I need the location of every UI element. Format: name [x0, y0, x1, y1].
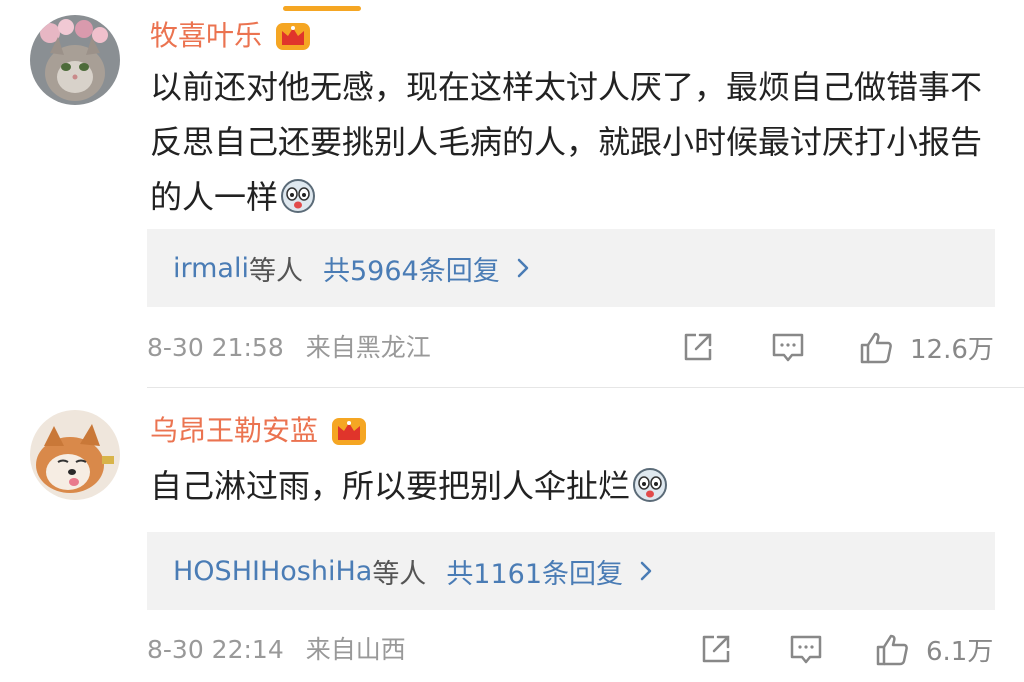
chevron-right-icon	[516, 257, 530, 279]
reply-summary[interactable]: irmali 等人 共5964条回复	[147, 229, 995, 307]
chevron-right-icon	[639, 560, 653, 582]
comment-item: 牧喜叶乐 以前还对他无感，现在这样太讨人厌了，最烦自己做错事不反思自己还要挑别人…	[0, 0, 1024, 388]
like-button[interactable]: 6.1万	[874, 631, 993, 668]
comment-location: 来自山西	[305, 635, 406, 664]
share-icon	[684, 333, 712, 361]
reply-suffix: 等人	[372, 558, 427, 590]
author-row: 乌昂王勒安蓝	[150, 411, 368, 451]
comment-location: 来自黑龙江	[305, 333, 431, 362]
reply-suffix: 等人	[248, 255, 303, 287]
crown-badge-icon	[274, 19, 312, 53]
comment-meta: 8-30 22:14 来自山西	[147, 633, 406, 667]
avatar[interactable]	[30, 410, 120, 500]
reply-button[interactable]	[788, 631, 824, 667]
like-count: 6.1万	[926, 637, 994, 667]
comment-time: 8-30 21:58	[147, 333, 284, 362]
sticker-emoji-icon	[632, 467, 668, 503]
reply-button[interactable]	[770, 329, 806, 365]
like-count: 12.6万	[910, 335, 994, 365]
avatar[interactable]	[30, 15, 120, 105]
reply-count[interactable]: 共1161条回复	[446, 552, 623, 591]
thumbs-up-icon	[876, 634, 908, 665]
comment-body: 以前还对他无感，现在这样太讨人厌了，最烦自己做错事不反思自己还要挑别人毛病的人，…	[150, 68, 983, 216]
username[interactable]: 乌昂王勒安蓝	[150, 411, 318, 451]
divider	[147, 387, 1024, 388]
crown-badge-icon	[330, 414, 368, 448]
comment-icon	[790, 635, 822, 664]
like-button[interactable]: 12.6万	[858, 329, 994, 366]
comment-text: 以前还对他无感，现在这样太讨人厌了，最烦自己做错事不反思自己还要挑别人毛病的人，…	[150, 60, 990, 225]
username[interactable]: 牧喜叶乐	[150, 16, 262, 56]
comment-time: 8-30 22:14	[147, 635, 284, 664]
author-row: 牧喜叶乐	[150, 16, 312, 56]
sticker-emoji-icon	[280, 178, 316, 214]
share-button[interactable]	[680, 329, 716, 365]
share-icon	[702, 635, 730, 663]
comment-body: 自己淋过雨，所以要把别人伞扯烂	[150, 467, 631, 505]
comment-meta: 8-30 21:58 来自黑龙江	[147, 331, 431, 365]
reply-users[interactable]: HOSHIHoshiHa	[173, 556, 372, 587]
reply-summary[interactable]: HOSHIHoshiHa 等人 共1161条回复	[147, 532, 995, 610]
comment-text: 自己淋过雨，所以要把别人伞扯烂	[150, 459, 990, 514]
reply-count[interactable]: 共5964条回复	[323, 249, 500, 288]
reply-users[interactable]: irmali	[173, 253, 249, 284]
thumbs-up-icon	[860, 332, 892, 363]
comment-item: 乌昂王勒安蓝 自己淋过雨，所以要把别人伞扯烂 HOSHIHoshiHa 等人 共…	[0, 389, 1024, 682]
comment-icon	[772, 333, 804, 362]
share-button[interactable]	[698, 631, 734, 667]
